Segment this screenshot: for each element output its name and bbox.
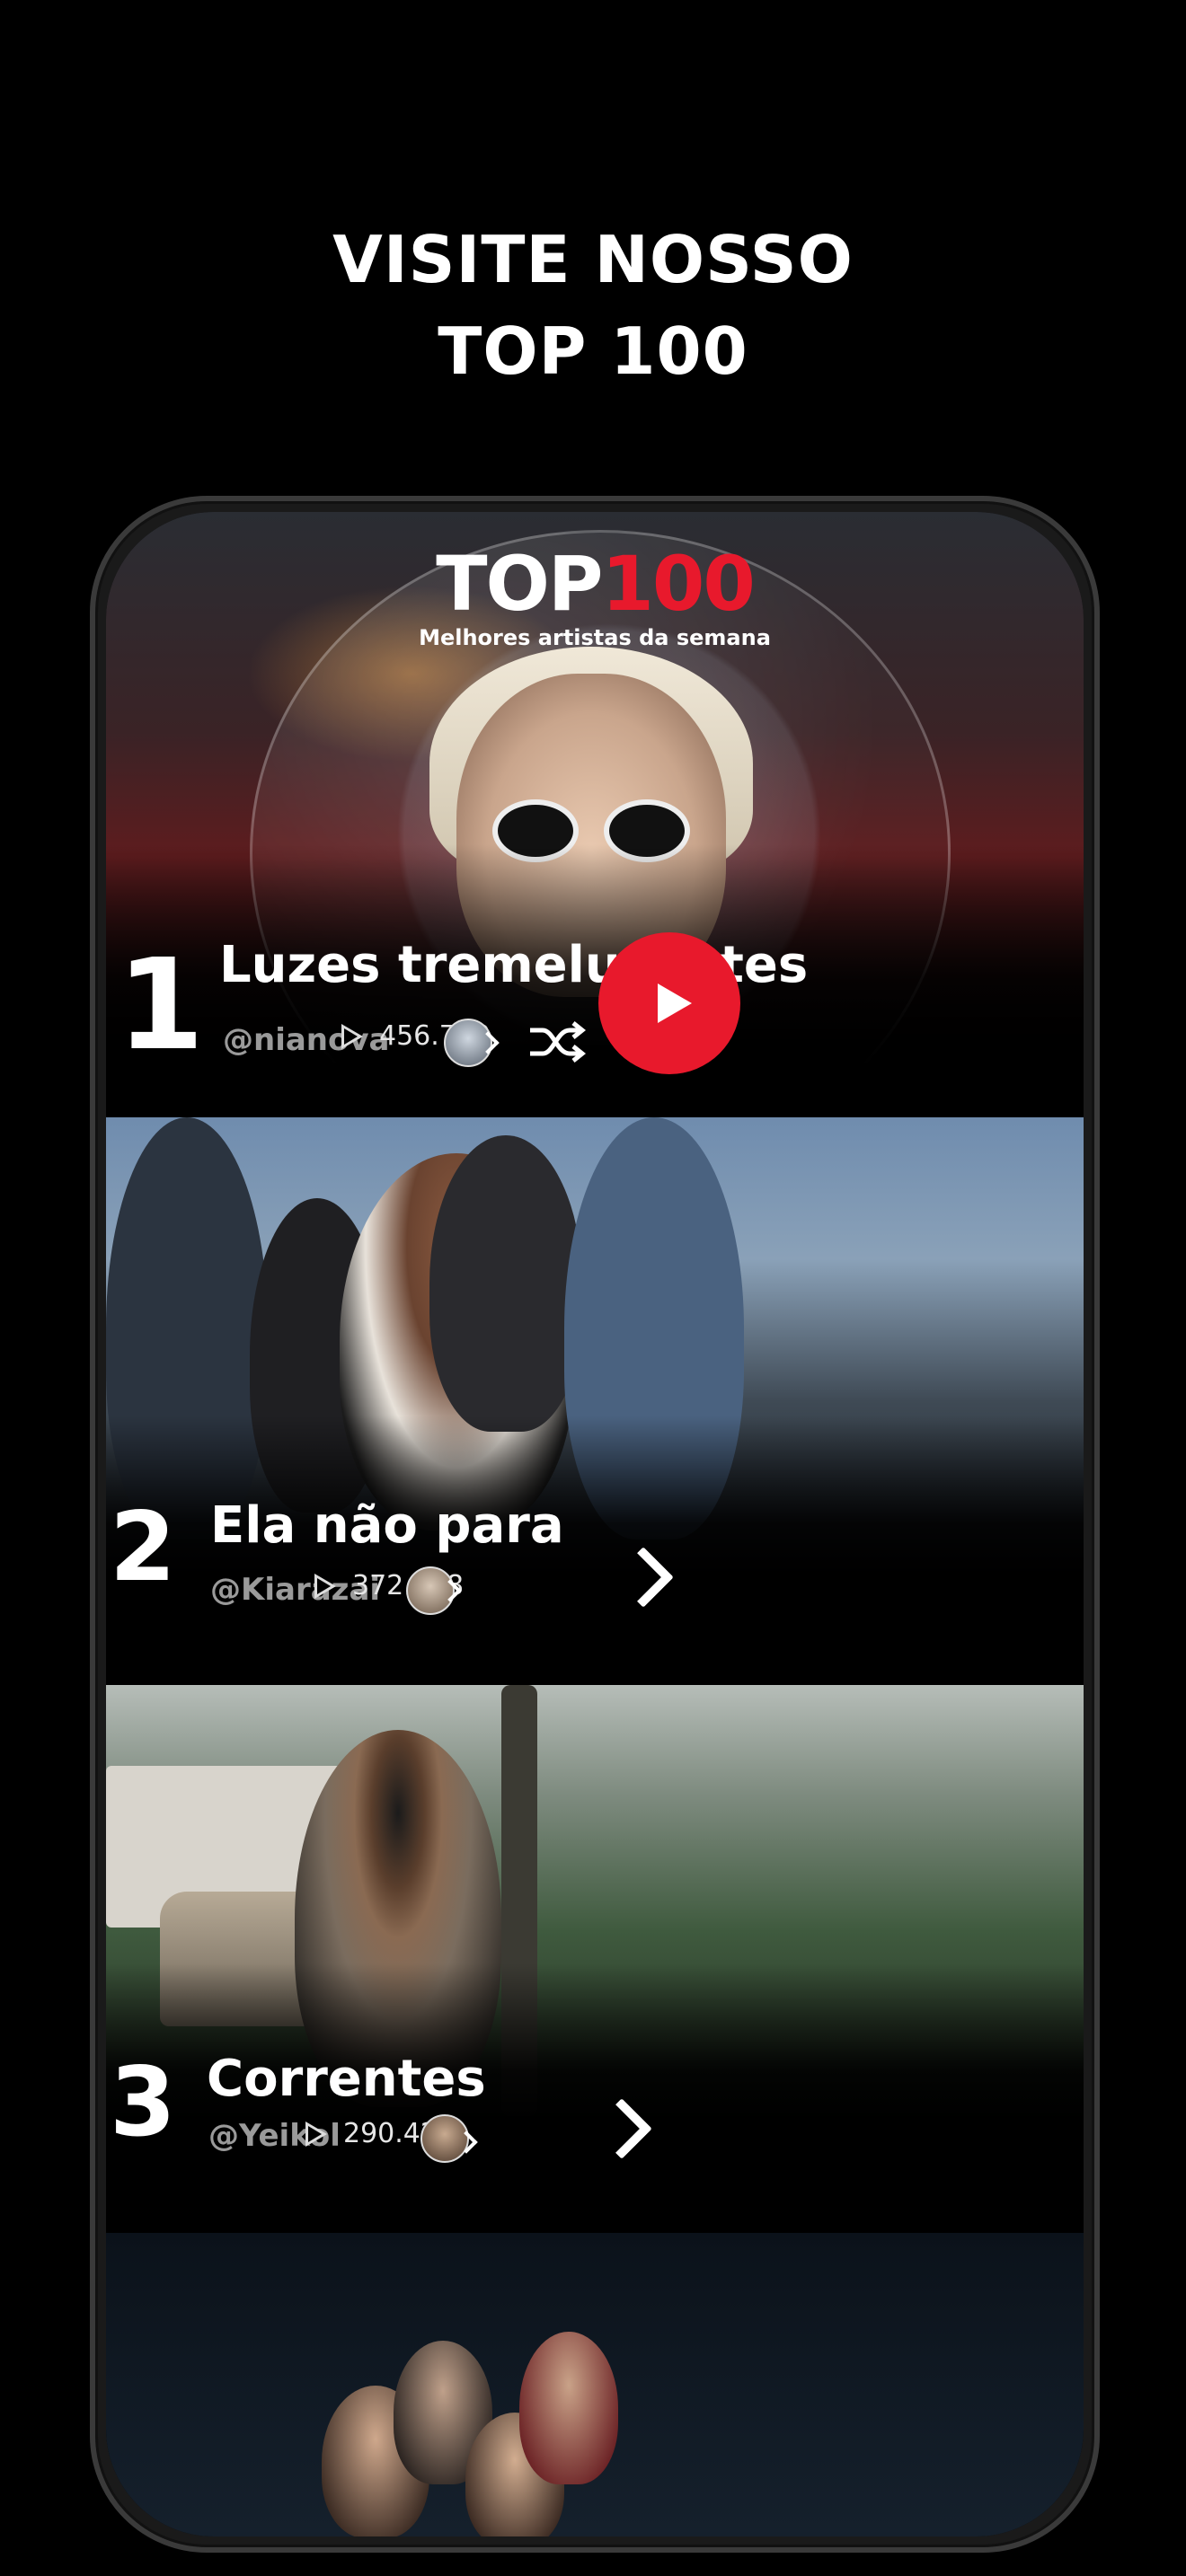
card-2-figure-right xyxy=(429,1135,582,1432)
youtube-play-button[interactable] xyxy=(598,932,740,1074)
shuffle-icon[interactable] xyxy=(528,1019,586,1064)
promo-headline: VISITE NOSSO TOP 100 xyxy=(0,214,1186,397)
song-title[interactable]: Ela não para xyxy=(210,1496,564,1555)
phone-screen: TOP100 Melhores artistas da semana 1 Luz… xyxy=(106,512,1084,2536)
top100-subtitle: Melhores artistas da semana xyxy=(419,625,771,650)
chart-item-3[interactable]: 3 Correntes @Yeikol 290.425 xyxy=(106,1685,1084,2233)
play-count-icon xyxy=(314,1573,336,1599)
top100-logo: TOP100 xyxy=(106,543,1084,624)
rank-number: 2 xyxy=(110,1492,176,1602)
promo-headline-line1: VISITE NOSSO xyxy=(332,222,854,297)
phone-mockup: TOP100 Melhores artistas da semana 1 Luz… xyxy=(90,496,1100,2553)
song-title[interactable]: Correntes xyxy=(207,2050,486,2108)
play-count-icon xyxy=(305,2121,327,2147)
card-4-figure xyxy=(519,2332,618,2484)
rank-number: 1 xyxy=(117,932,205,1079)
chart-item-2[interactable]: 2 Ela não para @Kiarazai 372.198 xyxy=(106,1117,1084,1685)
chart-item-4[interactable] xyxy=(106,2233,1084,2536)
top100-logo-100: 100 xyxy=(601,540,755,628)
promo-headline-line2: TOP 100 xyxy=(438,313,748,389)
chart-item-1[interactable]: TOP100 Melhores artistas da semana 1 Luz… xyxy=(106,512,1084,1141)
play-count-icon xyxy=(341,1023,363,1049)
top100-logo-top: TOP xyxy=(436,540,603,628)
rank-number: 3 xyxy=(110,2047,176,2157)
